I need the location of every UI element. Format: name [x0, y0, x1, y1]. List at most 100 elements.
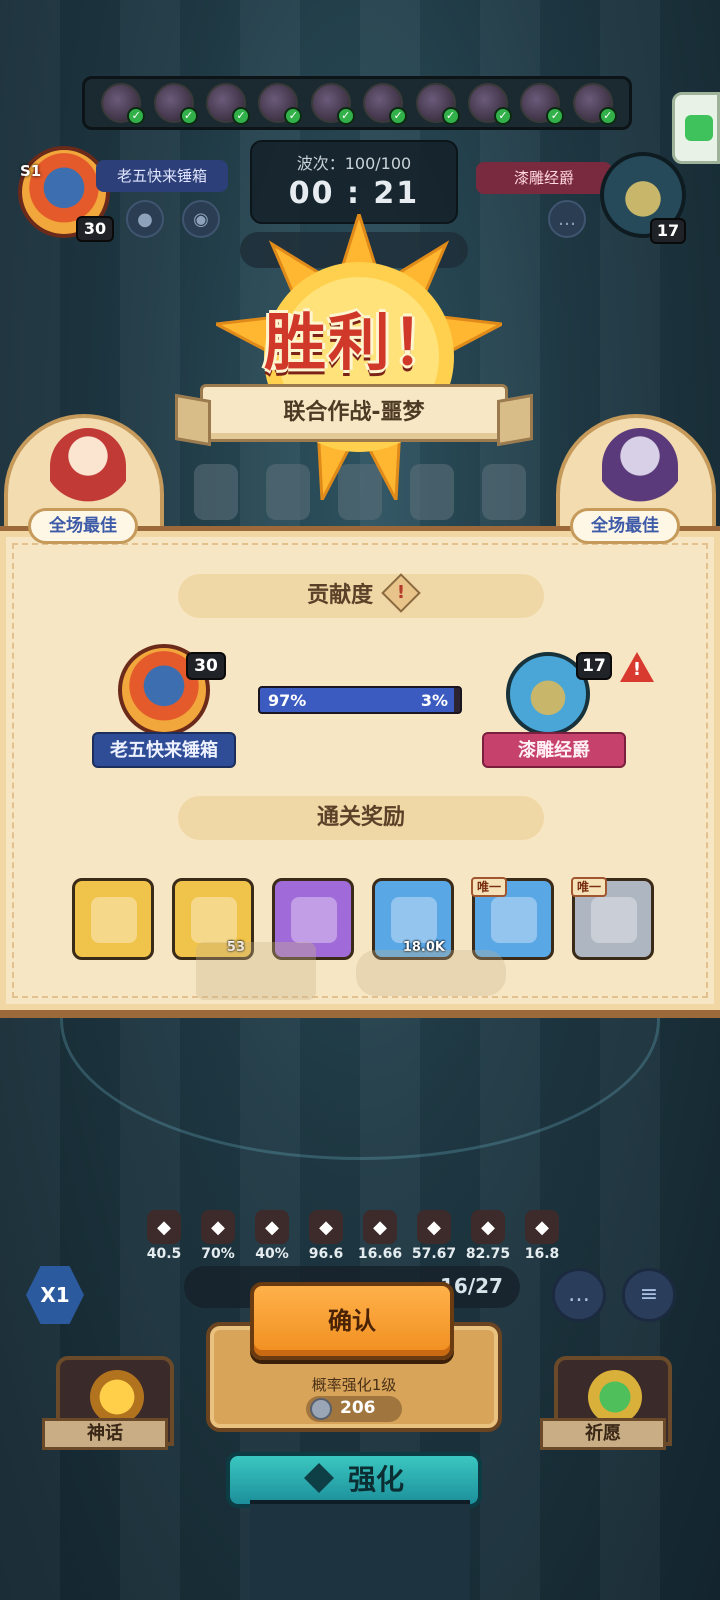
hero-slot: ✓ — [258, 83, 303, 125]
sword-up-icon: ◆ — [417, 1210, 451, 1244]
enhance-label: 强化 — [347, 1463, 404, 1496]
check-icon: ✓ — [231, 107, 250, 125]
check-icon: ✓ — [284, 107, 303, 125]
reward-blue-emblem[interactable]: 唯一 — [471, 877, 554, 960]
myth-label[interactable]: 神话 — [42, 1418, 168, 1450]
chat-icon[interactable]: … — [552, 1268, 606, 1322]
hero-slot: ✓ — [520, 83, 565, 125]
crit-icon: ◆ — [309, 1210, 343, 1244]
gold-coin-icon — [391, 897, 437, 943]
speaker-icon[interactable]: ◉ — [182, 200, 220, 238]
stat-item: ◆ 70% — [194, 1210, 242, 1262]
upgrade-cost: 206 — [340, 1398, 376, 1418]
contrib-right-name: 漆雕经爵 — [482, 732, 626, 768]
contrib-right-level: 17 — [576, 652, 612, 680]
reward-gold-chest[interactable] — [72, 878, 154, 960]
confirm-button[interactable]: 确认 — [250, 1282, 454, 1360]
stat-item: ◆ 40.5 — [140, 1210, 188, 1262]
season-badge: S1 — [20, 162, 42, 180]
floating-chat-tab[interactable] — [672, 92, 720, 164]
attack-icon: ◆ — [147, 1210, 181, 1244]
stat-item: ◆ 57.67 — [410, 1210, 458, 1262]
gold-chest-icon — [91, 897, 137, 943]
myth-crest-icon — [90, 1370, 144, 1424]
check-icon: ✓ — [598, 107, 617, 125]
check-icon: ✓ — [546, 107, 565, 125]
match-timer: 00 : 21 — [288, 176, 420, 211]
hero-slot: ✓ — [363, 83, 408, 125]
wish-label[interactable]: 祈愿 — [540, 1418, 666, 1450]
silver-emblem-icon — [591, 897, 637, 943]
stat-item: ◆ 40% — [248, 1210, 296, 1262]
reward-gold-coin[interactable]: 18.0K — [372, 878, 454, 960]
contribution-bar: 97% 3% — [258, 686, 462, 714]
contrib-left-level: 30 — [186, 652, 226, 680]
menu-icon[interactable]: ≡ — [622, 1268, 676, 1322]
stat-value: 70% — [201, 1246, 235, 1262]
contrib-left-name: 老五快来锤箱 — [92, 732, 236, 768]
stat-value: 57.67 — [411, 1246, 457, 1262]
stat-item: ◆ 16.66 — [356, 1210, 404, 1262]
clover-icon — [588, 1370, 642, 1424]
check-icon: ✓ — [441, 107, 460, 125]
unique-tag: 唯一 — [471, 877, 508, 897]
up-chevron-icon — [303, 1463, 334, 1493]
upgrade-description: 概率强化1级 — [311, 1376, 397, 1394]
stat-value: 40.5 — [146, 1246, 182, 1262]
player-right-name: 漆雕经爵 — [476, 162, 612, 194]
contribution-right-percent: 3% — [420, 691, 448, 710]
stat-value: 16.8 — [524, 1246, 560, 1262]
mvp-right-label: 全场最佳 — [570, 508, 680, 544]
stat-item: ◆ 16.8 — [518, 1210, 566, 1262]
stat-value: 16.66 — [357, 1246, 403, 1262]
heart-icon: ◆ — [201, 1210, 235, 1244]
house-icon: ◆ — [255, 1210, 289, 1244]
purple-chest-icon — [291, 897, 337, 943]
hero-roster-strip: ✓ ✓ ✓ ✓ ✓ ✓ ✓ ✓ ✓ ✓ — [82, 76, 632, 130]
unique-tag: 唯一 — [571, 877, 608, 897]
chest-silhouette — [196, 942, 316, 1000]
stat-item: ◆ 82.75 — [464, 1210, 512, 1262]
check-icon: ✓ — [336, 107, 355, 125]
stat-value: 40% — [255, 1246, 289, 1262]
player-left-level: 30 — [76, 216, 114, 242]
hero-slot: ✓ — [310, 83, 355, 125]
blue-emblem-icon — [491, 897, 537, 943]
player-left-name: 老五快来锤箱 — [96, 160, 228, 192]
stat-item: ◆ 96.6 — [302, 1210, 350, 1262]
rewards-title: 通关奖励 — [316, 805, 405, 830]
stat-value: 82.75 — [465, 1246, 511, 1262]
mvp-left-hero — [50, 428, 126, 508]
reward-silver-emblem[interactable]: 唯一 — [571, 877, 654, 960]
microphone-icon[interactable]: ● — [126, 200, 164, 238]
wave-counter: 波次：100/100 — [296, 154, 412, 173]
heart-break-icon: ◆ — [363, 1210, 397, 1244]
player-right-level: 17 — [650, 218, 686, 244]
stat-bar: ◆ 40.5 ◆ 70% ◆ 40% ◆ 96.6 ◆ 16.66 ◆ 57.67 ◆ 82.75 ◆ 16.… — [140, 1210, 580, 1270]
mode-name: 联合作战-噩梦 — [283, 400, 425, 425]
fist-up-icon: ◆ — [471, 1210, 505, 1244]
contribution-title: 贡献度 — [307, 583, 374, 608]
contribution-header: 贡献度 ! — [178, 573, 544, 618]
mvp-right-hero — [602, 428, 678, 508]
hero-slot: ✓ — [415, 83, 460, 125]
check-icon: ✓ — [179, 107, 198, 125]
contribution-left-percent: 97% — [268, 691, 307, 710]
chat-bubble-icon[interactable]: … — [548, 200, 586, 238]
hero-slot: ✓ — [467, 83, 512, 125]
check-icon: ✓ — [389, 107, 408, 125]
gold-key-icon — [191, 897, 237, 943]
castle-gate — [250, 1500, 470, 1600]
gear-up-icon: ◆ — [525, 1210, 559, 1244]
hero-slot: ✓ — [572, 83, 617, 125]
check-icon: ✓ — [493, 107, 512, 125]
hero-slot: ✓ — [205, 83, 250, 125]
check-icon: ✓ — [127, 107, 146, 125]
silver-coin-icon — [310, 1398, 332, 1420]
hero-slot: ✓ — [101, 83, 146, 125]
hero-silhouettes — [356, 950, 506, 996]
hero-slot: ✓ — [153, 83, 198, 125]
info-icon[interactable]: ! — [381, 573, 421, 613]
rewards-header: 通关奖励 — [178, 796, 544, 840]
stat-value: 96.6 — [308, 1246, 344, 1262]
